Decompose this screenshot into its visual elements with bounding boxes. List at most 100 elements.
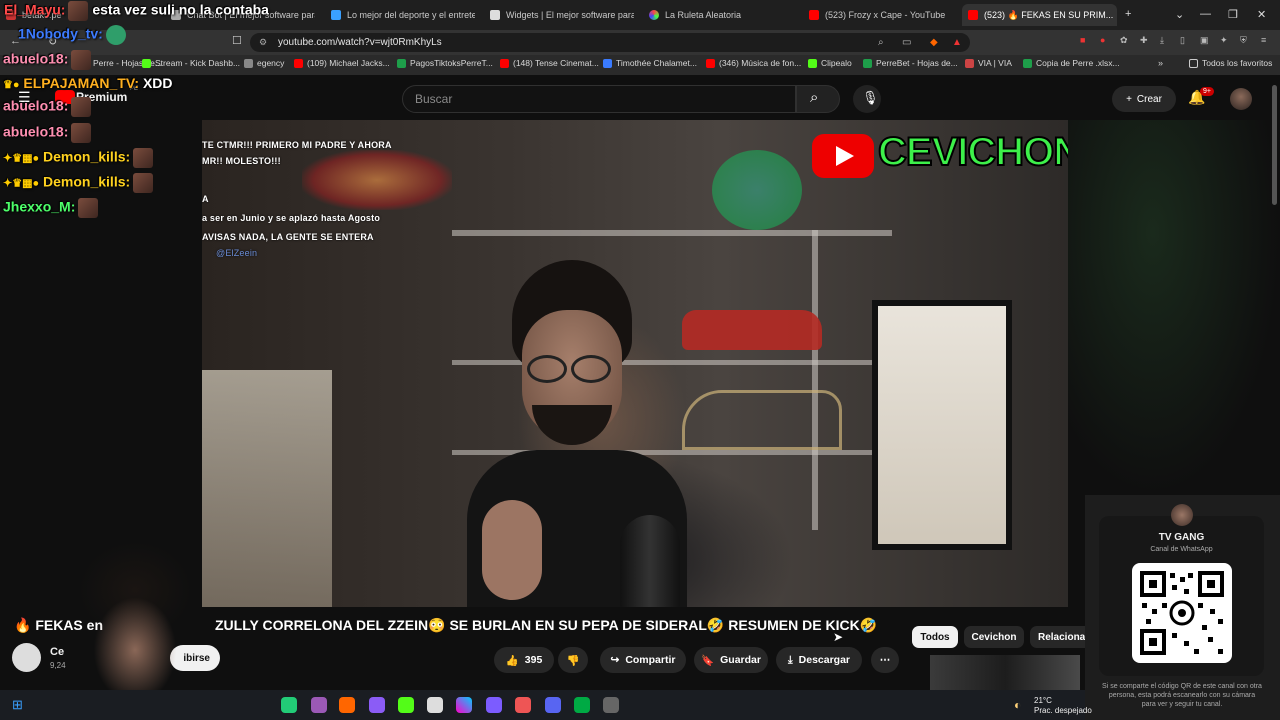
pepe-emote-icon [105,25,126,45]
all-bookmarks[interactable]: Todos los favoritos [1189,58,1272,68]
plus-icon: + [1126,93,1132,105]
tab-widgets[interactable]: Widgets | El mejor software para pc [484,4,634,26]
tab-frozy[interactable]: (523) Frozy x Cape - YouTube [803,4,953,26]
site-info-icon[interactable]: ⚙ [259,33,267,52]
tab-label: Lo mejor del deporte y el entreteni... [347,10,475,20]
cast-icon[interactable]: ▭ [902,33,911,52]
bookmark-item[interactable]: Timothée Chalamet... [603,58,697,68]
app-icon[interactable] [574,697,590,713]
address-bar[interactable]: ⚙ youtube.com/watch?v=wjt0RmKhyLs ⌕ ▭ ◆ … [250,33,970,52]
extension-icon[interactable]: ✿ [1120,35,1128,46]
bookmark-label: Copia de Perre .xlsx... [1036,58,1120,68]
bookmark-label: Stream - Kick Dashb... [155,58,241,68]
more-bookmarks-icon[interactable]: » [1158,58,1163,68]
chip-relacionados[interactable]: Relaciona [1030,626,1085,648]
bookmark-item[interactable]: (109) Michael Jacks... [294,58,390,68]
weather-widget[interactable]: 21°C Prac. despejado [1034,696,1092,716]
bookmark-item[interactable]: Clipealo [808,58,852,68]
tab-favicon-icon [809,10,819,20]
minimize-icon[interactable]: — [1200,8,1211,20]
wallet-icon[interactable]: ▣ [1200,35,1209,46]
dislike-button[interactable]: 👎 [558,647,588,673]
bookmark-item[interactable]: Stream - Kick Dashb... [142,58,240,68]
restore-icon[interactable]: ❐ [1228,8,1238,21]
youtube-icon [706,58,715,68]
search-icon: ⌕ [810,89,819,106]
link-icon [244,58,253,68]
app-icon[interactable] [486,697,502,713]
chip-cevichon[interactable]: Cevichon [964,626,1024,648]
channel-avatar[interactable] [12,643,41,672]
chat-message: ♛● ELPAJAMAN_TV: XDD [3,75,173,91]
bookmark-item[interactable]: egency [244,58,284,68]
shelf [812,230,818,530]
search-button[interactable]: ⌕ [796,85,840,113]
start-icon[interactable]: ⊞ [12,697,23,713]
qr-code [1132,563,1232,663]
bookmark-item[interactable]: Copia de Perre .xlsx... [1023,58,1120,68]
bookmark-item[interactable]: PerreBet - Hojas de... [863,58,958,68]
bookmark-label: PagosTiktoksPerreT... [410,58,493,68]
brave-rewards-icon[interactable]: ▲ [952,33,962,52]
voice-search-button[interactable]: 🎙 [853,85,881,113]
badges-icon: ♛● [3,79,20,91]
lego-car [682,310,822,350]
bookmark-label: (148) Tense Cinemat... [513,58,599,68]
tab-ruleta[interactable]: La Ruleta Aleatoria [643,4,793,26]
bookmark-item[interactable]: PagosTiktoksPerreT... [397,58,493,68]
search-input[interactable]: Buscar [402,85,796,113]
app-icon[interactable] [311,697,327,713]
brave-taskbar-icon[interactable] [339,697,355,713]
sidebar-icon[interactable]: ▯ [1180,35,1185,46]
like-button[interactable]: 👍 395 [494,647,554,673]
menu-icon[interactable]: ≡ [1261,35,1266,45]
share-label: Compartir [625,654,676,666]
save-button[interactable]: 🔖 Guardar [694,647,768,673]
wall-art [302,150,452,210]
bookmark-item[interactable]: VIA | VIA [965,58,1012,68]
related-video-thumbnail[interactable] [930,655,1080,690]
chat-user: Demon_kills: [43,173,131,190]
bookmark-item[interactable]: (346) Música de fon... [706,58,801,68]
vpn-icon[interactable]: ⛨ [1240,35,1247,46]
discord-icon[interactable] [545,697,561,713]
bookmark-label: (109) Michael Jacks... [307,58,390,68]
app-icon[interactable] [398,697,414,713]
download-button[interactable]: ⤓ Descargar [776,647,862,673]
app-icon[interactable] [369,697,385,713]
doc-icon [603,58,612,68]
title-part: ZULLY CORRELONA DEL ZZEIN😳 SE BURLAN EN … [215,617,878,633]
zoom-icon[interactable]: ⌕ [878,33,884,52]
bookmark-icon[interactable]: ☐ [232,34,242,47]
extension-red-icon[interactable]: ■ [1080,35,1085,45]
share-button[interactable]: ↪ Compartir [600,647,686,673]
close-window-icon[interactable]: ✕ [1257,8,1266,21]
tab-deporte[interactable]: Lo mejor del deporte y el entreteni... [325,4,475,26]
leo-icon[interactable]: ✦ [1220,35,1228,46]
tab-fekas-active[interactable]: (523) 🔥 FEKAS EN SU PRIM...✕ [962,4,1117,26]
brave-shield-icon[interactable]: ◆ [930,33,938,52]
create-button[interactable]: + Crear [1112,86,1176,112]
extension-off-icon[interactable]: ● [1100,35,1105,45]
chip-todos[interactable]: Todos [912,626,958,648]
bookmark-label: egency [257,58,285,68]
chat-user: abuelo18: [3,123,69,140]
tab-search-icon[interactable]: ⌄ [1175,8,1184,21]
obs-icon[interactable] [603,697,619,713]
channel-avatar-icon [1171,504,1193,526]
more-actions-button[interactable]: ⋯ [871,647,899,673]
overlay-text: A [202,194,209,204]
app-icon[interactable] [456,697,472,713]
downloads-icon[interactable]: ⤓ [1160,35,1164,46]
account-avatar[interactable] [1230,88,1252,110]
app-icon[interactable] [427,697,443,713]
app-icon[interactable] [281,697,297,713]
video-player[interactable]: TE CTMR!!! PRIMERO MI PADRE Y AHORA MR!!… [202,120,1068,607]
page-scrollbar[interactable] [1272,85,1277,205]
new-tab-icon[interactable]: + [1125,8,1131,20]
tab-label: (523) 🔥 FEKAS EN SU PRIM... [984,9,1114,20]
puzzle-icon[interactable]: ✚ [1140,35,1148,46]
app-icon[interactable] [515,697,531,713]
sidebar-background [1068,120,1280,495]
bookmark-item[interactable]: (148) Tense Cinemat... [500,58,599,68]
